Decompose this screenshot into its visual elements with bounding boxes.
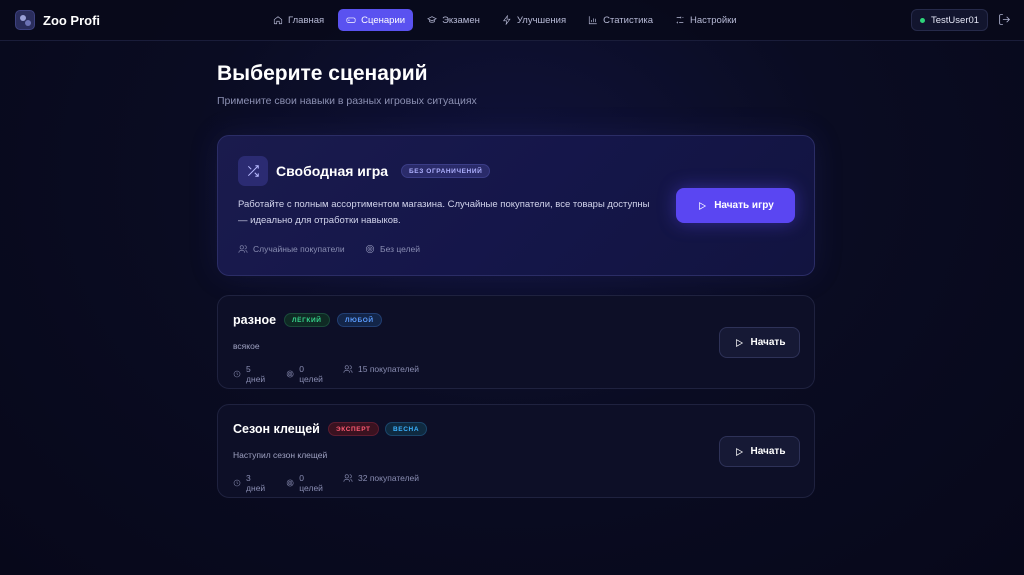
target-icon	[286, 479, 294, 487]
sliders-icon	[676, 16, 684, 24]
button-label: Начать	[750, 446, 786, 457]
meta-label: 0 целей	[299, 473, 323, 493]
random-customers-meta: Случайные покупатели	[238, 244, 345, 254]
meta-label: Без целей	[380, 244, 421, 254]
meta-label: 32 покупателей	[358, 473, 420, 483]
nav-item-label: Улучшения	[516, 14, 567, 26]
page-subtitle: Примените свои навыки в разных игровых с…	[217, 95, 477, 107]
nav-item-label: Сценарии	[361, 14, 406, 26]
nav-item-label: Главная	[288, 14, 325, 26]
free-game-card: Свободная игра БЕЗ ОГРАНИЧЕНИЙ Работайте…	[217, 135, 815, 276]
app-name: Zoo Profi	[43, 12, 101, 28]
free-game-icon-box	[238, 156, 268, 186]
meta-label: Случайные покупатели	[253, 244, 345, 254]
scenario-title: разное	[233, 313, 277, 327]
meta-label: 15 покупателей	[358, 364, 420, 374]
button-label: Начать	[750, 337, 786, 348]
nav-item-label: Настройки	[690, 14, 737, 26]
season-badge: ЛЮБОЙ	[337, 313, 382, 327]
scenario-title: Сезон клещей	[233, 422, 320, 436]
play-icon	[735, 447, 743, 456]
no-limits-badge: БЕЗ ОГРАНИЧЕНИЙ	[401, 164, 491, 178]
nav-item-exam[interactable]: Экзамен	[419, 9, 488, 31]
users-icon	[343, 474, 353, 482]
nav-item-scenarios[interactable]: Сценарии	[338, 9, 414, 31]
nav-item-settings[interactable]: Настройки	[667, 9, 745, 31]
scenario-card: разное ЛЁГКИЙ ЛЮБОЙ всякое 5 дней 0 целе…	[217, 295, 815, 389]
online-status-dot	[920, 17, 925, 23]
user-badge[interactable]: TestUser01	[911, 9, 989, 31]
difficulty-badge: ЭКСПЕРТ	[328, 422, 379, 436]
goals-meta: 0 целей	[286, 473, 325, 493]
home-icon	[273, 16, 283, 25]
username: TestUser01	[931, 14, 980, 26]
gamepad-icon	[346, 17, 356, 23]
difficulty-badge: ЛЁГКИЙ	[284, 313, 330, 327]
scenario-card: Сезон клещей ЭКСПЕРТ ВЕСНА Наступил сезо…	[217, 404, 815, 498]
no-goals-meta: Без целей	[365, 244, 420, 254]
customers-meta: 15 покупателей	[343, 364, 419, 374]
scenario-description: всякое	[233, 341, 260, 351]
clock-icon	[233, 370, 241, 378]
logout-icon	[999, 14, 1010, 25]
start-scenario-button[interactable]: Начать	[719, 436, 800, 467]
target-icon	[286, 370, 294, 378]
clock-icon	[233, 479, 241, 487]
meta-label: 5 дней	[246, 364, 266, 384]
free-game-description: Работайте с полным ассортиментом магазин…	[238, 199, 650, 226]
bar-chart-icon	[589, 16, 597, 25]
meta-label: 0 целей	[299, 364, 323, 384]
lightning-icon	[502, 15, 511, 25]
play-icon	[735, 338, 743, 347]
start-free-game-button[interactable]: Начать игру	[676, 188, 795, 223]
graduation-cap-icon	[427, 16, 437, 23]
free-game-title: Свободная игра	[276, 163, 389, 179]
users-icon	[238, 245, 248, 253]
users-icon	[343, 365, 353, 373]
customers-meta: 32 покупателей	[343, 473, 419, 483]
days-meta: 3 дней	[233, 473, 267, 493]
days-meta: 5 дней	[233, 364, 267, 384]
nav-item-upgrades[interactable]: Улучшения	[494, 9, 574, 31]
button-label: Начать игру	[714, 200, 774, 211]
nav-item-statistics[interactable]: Статистика	[580, 9, 661, 31]
logo-icon	[15, 10, 35, 30]
nav-item-home[interactable]: Главная	[265, 9, 332, 31]
start-scenario-button[interactable]: Начать	[719, 327, 800, 358]
goals-meta: 0 целей	[286, 364, 325, 384]
shuffle-icon	[247, 165, 259, 177]
scenario-description: Наступил сезон клещей	[233, 450, 328, 460]
nav-item-label: Экзамен	[442, 14, 480, 26]
season-badge: ВЕСНА	[385, 422, 428, 436]
play-icon	[699, 201, 707, 210]
main-nav: Главная Сценарии Экзамен Улучшения Стати…	[265, 9, 745, 31]
nav-item-label: Статистика	[603, 14, 654, 26]
meta-label: 3 дней	[246, 473, 266, 493]
target-icon	[365, 244, 375, 254]
app-logo[interactable]: Zoo Profi	[15, 10, 100, 30]
page-title: Выберите сценарий	[217, 62, 428, 85]
top-navigation-bar: Zoo Profi Главная Сценарии Экзамен Улучш…	[0, 0, 1024, 41]
logout-button[interactable]	[998, 13, 1011, 26]
